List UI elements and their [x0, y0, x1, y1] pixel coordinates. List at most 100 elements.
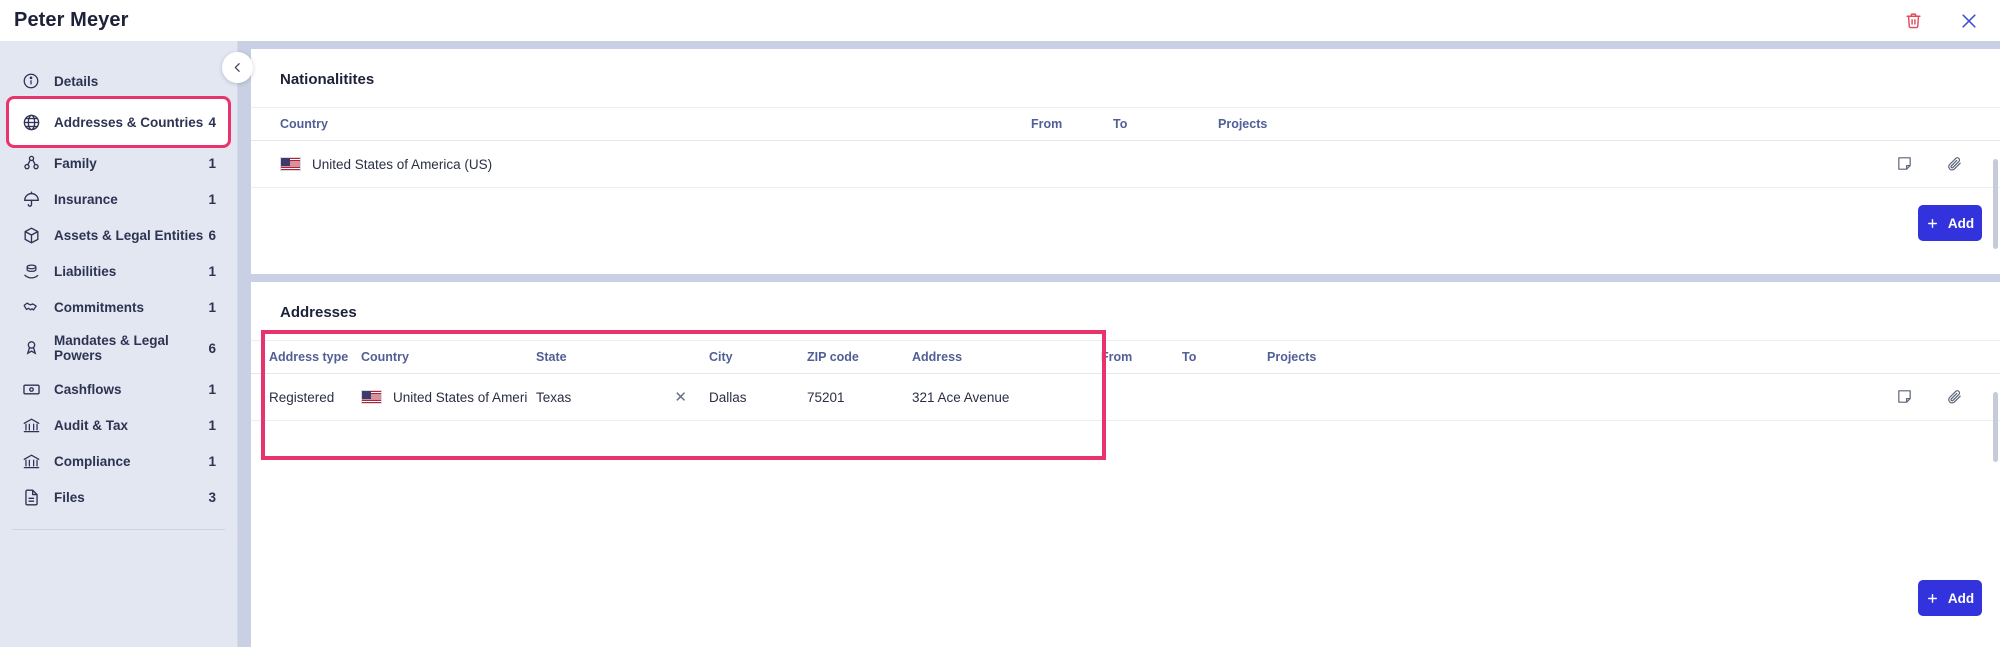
banknote-icon [21, 379, 41, 399]
addresses-table: Address type Country State City ZIP code… [251, 340, 2000, 421]
application-window: Peter Meyer Details Addresses & Countrie… [0, 0, 2000, 647]
add-address-button[interactable]: Add [1918, 580, 1982, 616]
bank-icon [21, 451, 41, 471]
sidebar-item-count: 6 [208, 340, 216, 356]
coins-hand-icon [21, 261, 41, 281]
award-person-icon [21, 338, 41, 358]
sidebar-item-label: Commitments [54, 299, 145, 315]
add-nationality-button[interactable]: Add [1918, 205, 1982, 241]
table-header-row: Address type Country State City ZIP code… [251, 340, 2000, 374]
note-icon[interactable] [1896, 155, 1914, 173]
nationalities-table: Country From To Projects United States o… [251, 107, 2000, 188]
column-header-projects: Projects [1267, 350, 1317, 364]
table-row[interactable]: Registered United States of Ameri Texas … [251, 374, 2000, 421]
sidebar-item-details[interactable]: Details [9, 63, 228, 99]
us-flag-icon [361, 390, 382, 404]
add-address-label: Add [1947, 590, 1975, 606]
cell-state[interactable]: Texas ✕ [536, 388, 709, 406]
chevron-left-icon [234, 63, 240, 72]
sidebar-item-addresses-countries[interactable]: Addresses & Countries 4 [9, 99, 228, 145]
nationalities-title: Nationalitites [280, 71, 375, 88]
column-header-address-type: Address type [269, 350, 349, 364]
cell-state-label: Texas [536, 389, 572, 405]
sidebar-item-mandates-legal-powers[interactable]: Mandates & Legal Powers 6 [9, 325, 228, 371]
column-header-zip-code: ZIP code [807, 350, 859, 364]
sidebar-item-compliance[interactable]: Compliance 1 [9, 443, 228, 479]
sidebar-collapse-button[interactable] [222, 52, 253, 83]
handshake-icon [21, 297, 41, 317]
sidebar-item-count: 3 [208, 489, 216, 505]
cell-country-label: United States of Ameri [393, 389, 528, 405]
column-header-country: Country [280, 117, 328, 131]
row-actions [1896, 388, 2000, 406]
row-actions [1896, 155, 2000, 173]
sidebar-item-count: 4 [208, 114, 216, 130]
sidebar-divider [12, 529, 225, 530]
sidebar: Details Addresses & Countries 4 Family 1… [0, 41, 238, 647]
sidebar-item-family[interactable]: Family 1 [9, 145, 228, 181]
sidebar-item-label: Compliance [54, 453, 131, 469]
info-circle-icon [21, 71, 41, 91]
header-actions [1902, 10, 1980, 32]
sidebar-item-count: 1 [208, 417, 216, 433]
cell-country: United States of America (US) [251, 157, 1031, 172]
cell-zip-code: 75201 [807, 389, 845, 405]
bank-icon [21, 415, 41, 435]
sidebar-item-count: 1 [208, 155, 216, 171]
close-icon[interactable] [1958, 10, 1980, 32]
column-header-country: Country [361, 350, 409, 364]
sidebar-item-count: 1 [208, 191, 216, 207]
note-icon[interactable] [1896, 388, 1914, 406]
sidebar-item-label: Assets & Legal Entities [54, 227, 204, 243]
sidebar-item-label: Liabilities [54, 263, 117, 279]
column-header-to: To [1182, 350, 1197, 364]
sidebar-item-commitments[interactable]: Commitments 1 [9, 289, 228, 325]
addresses-vertical-scrollbar[interactable] [1993, 392, 1998, 462]
sidebar-item-cashflows[interactable]: Cashflows 1 [9, 371, 228, 407]
umbrella-icon [21, 189, 41, 209]
sidebar-item-assets-legal-entities[interactable]: Assets & Legal Entities 6 [9, 217, 228, 253]
box-icon [21, 225, 41, 245]
plus-icon [1927, 593, 1937, 603]
close-small-icon[interactable]: ✕ [674, 388, 687, 406]
table-row[interactable]: United States of America (US) [251, 141, 2000, 188]
page-title: Peter Meyer [14, 9, 129, 31]
sidebar-item-count: 1 [208, 453, 216, 469]
column-header-projects: Projects [1218, 117, 1268, 131]
cell-address: 321 Ace Avenue [912, 389, 1010, 405]
cell-city: Dallas [709, 389, 747, 405]
addresses-card: Addresses Address type Country State Cit… [251, 282, 2000, 647]
addresses-title: Addresses [280, 304, 357, 321]
table-header-row: Country From To Projects [251, 107, 2000, 141]
sidebar-item-insurance[interactable]: Insurance 1 [9, 181, 228, 217]
cell-address-type: Registered [269, 389, 335, 405]
paperclip-icon[interactable] [1946, 388, 1964, 406]
sidebar-item-label: Addresses & Countries [54, 114, 204, 130]
main-content: Nationalitites Country From To Projects … [239, 41, 2000, 647]
sidebar-item-count: 1 [208, 263, 216, 279]
sidebar-item-count: 1 [208, 299, 216, 315]
column-header-address: Address [912, 350, 963, 364]
sidebar-item-liabilities[interactable]: Liabilities 1 [9, 253, 228, 289]
sidebar-item-audit-tax[interactable]: Audit & Tax 1 [9, 407, 228, 443]
sidebar-item-label: Audit & Tax [54, 417, 128, 433]
cell-country-label: United States of America (US) [312, 156, 493, 172]
sidebar-item-label: Files [54, 489, 85, 505]
sidebar-item-count: 6 [208, 227, 216, 243]
column-header-city: City [709, 350, 733, 364]
sidebar-item-label: Details [54, 73, 99, 89]
us-flag-icon [280, 157, 301, 171]
globe-icon [21, 112, 41, 132]
paperclip-icon[interactable] [1946, 155, 1964, 173]
nationalities-vertical-scrollbar[interactable] [1993, 159, 1998, 249]
sidebar-item-label: Family [54, 155, 97, 171]
nationalities-card: Nationalitites Country From To Projects … [251, 49, 2000, 274]
column-header-from: From [1101, 350, 1133, 364]
add-nationality-label: Add [1947, 215, 1975, 231]
cell-country: United States of Ameri [361, 390, 536, 405]
column-header-from: From [1031, 117, 1063, 131]
window-header: Peter Meyer [0, 0, 2000, 41]
sidebar-item-files[interactable]: Files 3 [9, 479, 228, 515]
plus-icon [1927, 218, 1937, 228]
trash-icon[interactable] [1902, 10, 1924, 32]
